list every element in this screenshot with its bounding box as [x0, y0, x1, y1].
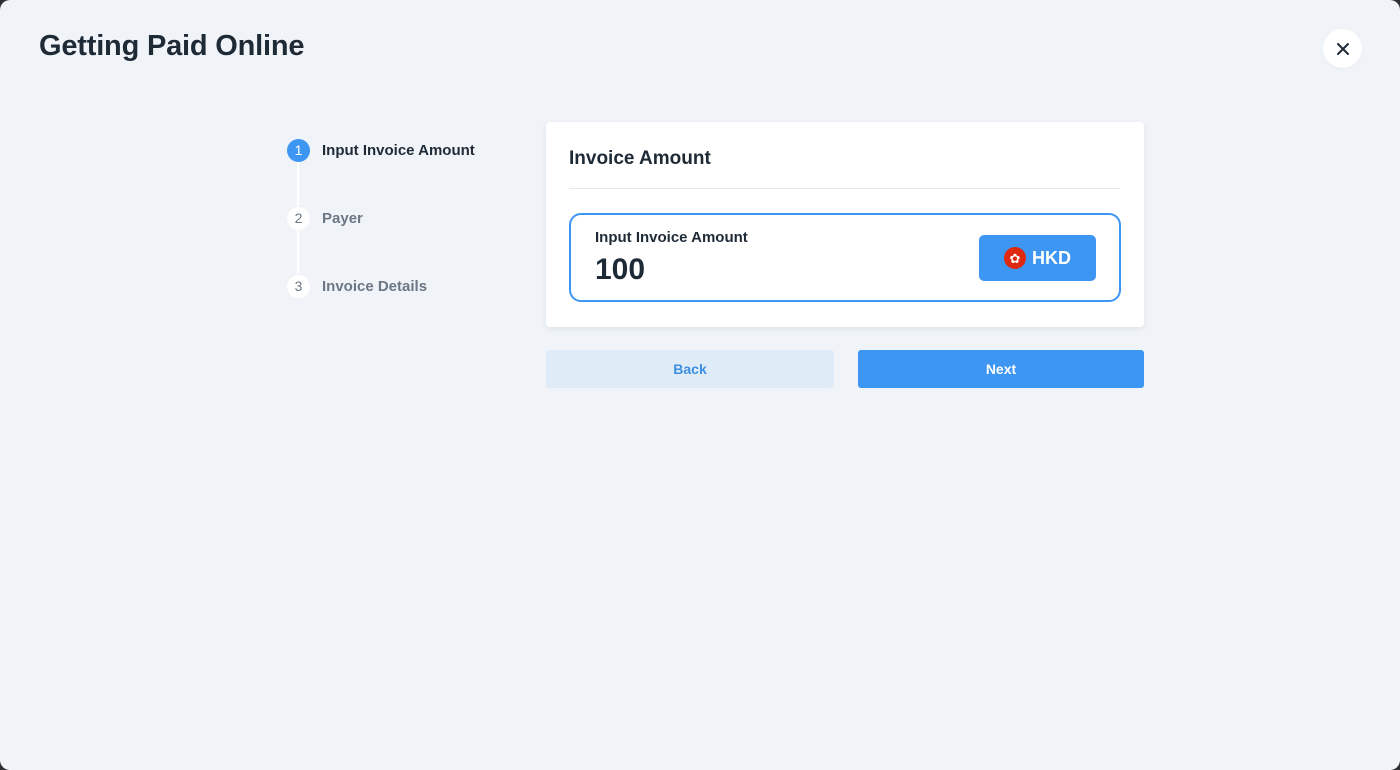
- step-connector: [297, 161, 299, 206]
- step-label: Input Invoice Amount: [322, 141, 475, 159]
- step-number: 3: [287, 274, 310, 298]
- back-button[interactable]: Back: [546, 350, 834, 388]
- step-label: Payer: [322, 209, 363, 227]
- step-label: Invoice Details: [322, 277, 428, 295]
- step-number: 2: [287, 206, 310, 230]
- currency-selector-button[interactable]: ✿ HKD: [979, 235, 1096, 281]
- invoice-amount-label: Input Invoice Amount: [595, 229, 748, 246]
- page-title: Getting Paid Online: [39, 30, 305, 62]
- invoice-amount-input[interactable]: [595, 252, 935, 288]
- currency-code: HKD: [1032, 247, 1071, 268]
- step-connector: [297, 229, 299, 274]
- card-divider: [569, 188, 1120, 189]
- hong-kong-flag-icon: ✿: [1004, 247, 1026, 269]
- step-payer[interactable]: 2 Payer: [287, 206, 363, 230]
- close-button[interactable]: [1323, 29, 1362, 68]
- invoice-amount-card: Invoice Amount Input Invoice Amount ✿ HK…: [546, 122, 1144, 327]
- step-invoice-details[interactable]: 3 Invoice Details: [287, 274, 427, 298]
- step-number: 1: [287, 138, 310, 162]
- getting-paid-modal: Getting Paid Online 1 Input Invoice Amou…: [0, 0, 1400, 770]
- card-title: Invoice Amount: [569, 148, 711, 169]
- next-button[interactable]: Next: [858, 350, 1144, 388]
- close-icon: [1336, 42, 1350, 56]
- step-input-invoice-amount[interactable]: 1 Input Invoice Amount: [287, 138, 475, 162]
- invoice-amount-field[interactable]: Input Invoice Amount ✿ HKD: [569, 213, 1121, 302]
